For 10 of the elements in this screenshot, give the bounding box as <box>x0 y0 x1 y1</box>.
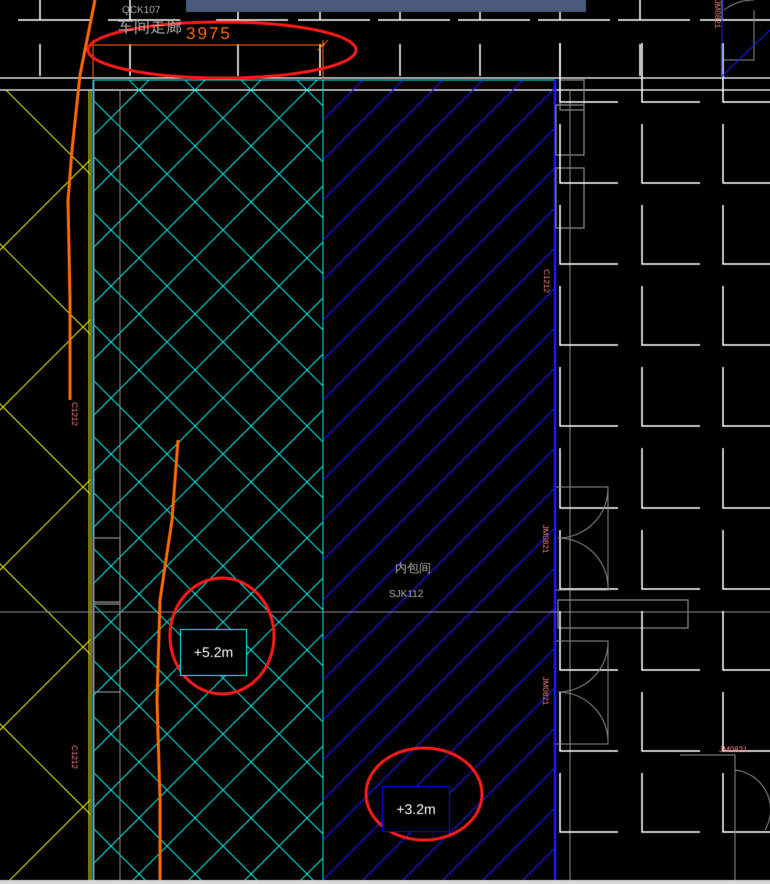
dimension-value: 3975 <box>186 25 232 42</box>
elevation-tag: +3.2m <box>382 786 450 832</box>
opening-tag: JM0821 <box>713 0 722 28</box>
opening-tag: C1212 <box>542 269 550 293</box>
opening-tag: JM0821 <box>541 676 550 706</box>
opening-tag: C1212 <box>70 402 78 426</box>
opening-tag: JM0821 <box>541 524 550 554</box>
elevation-tag: +5.2m <box>180 629 247 676</box>
room-name: 内包间 <box>395 562 431 574</box>
opening-tag: C1212 <box>70 745 78 769</box>
